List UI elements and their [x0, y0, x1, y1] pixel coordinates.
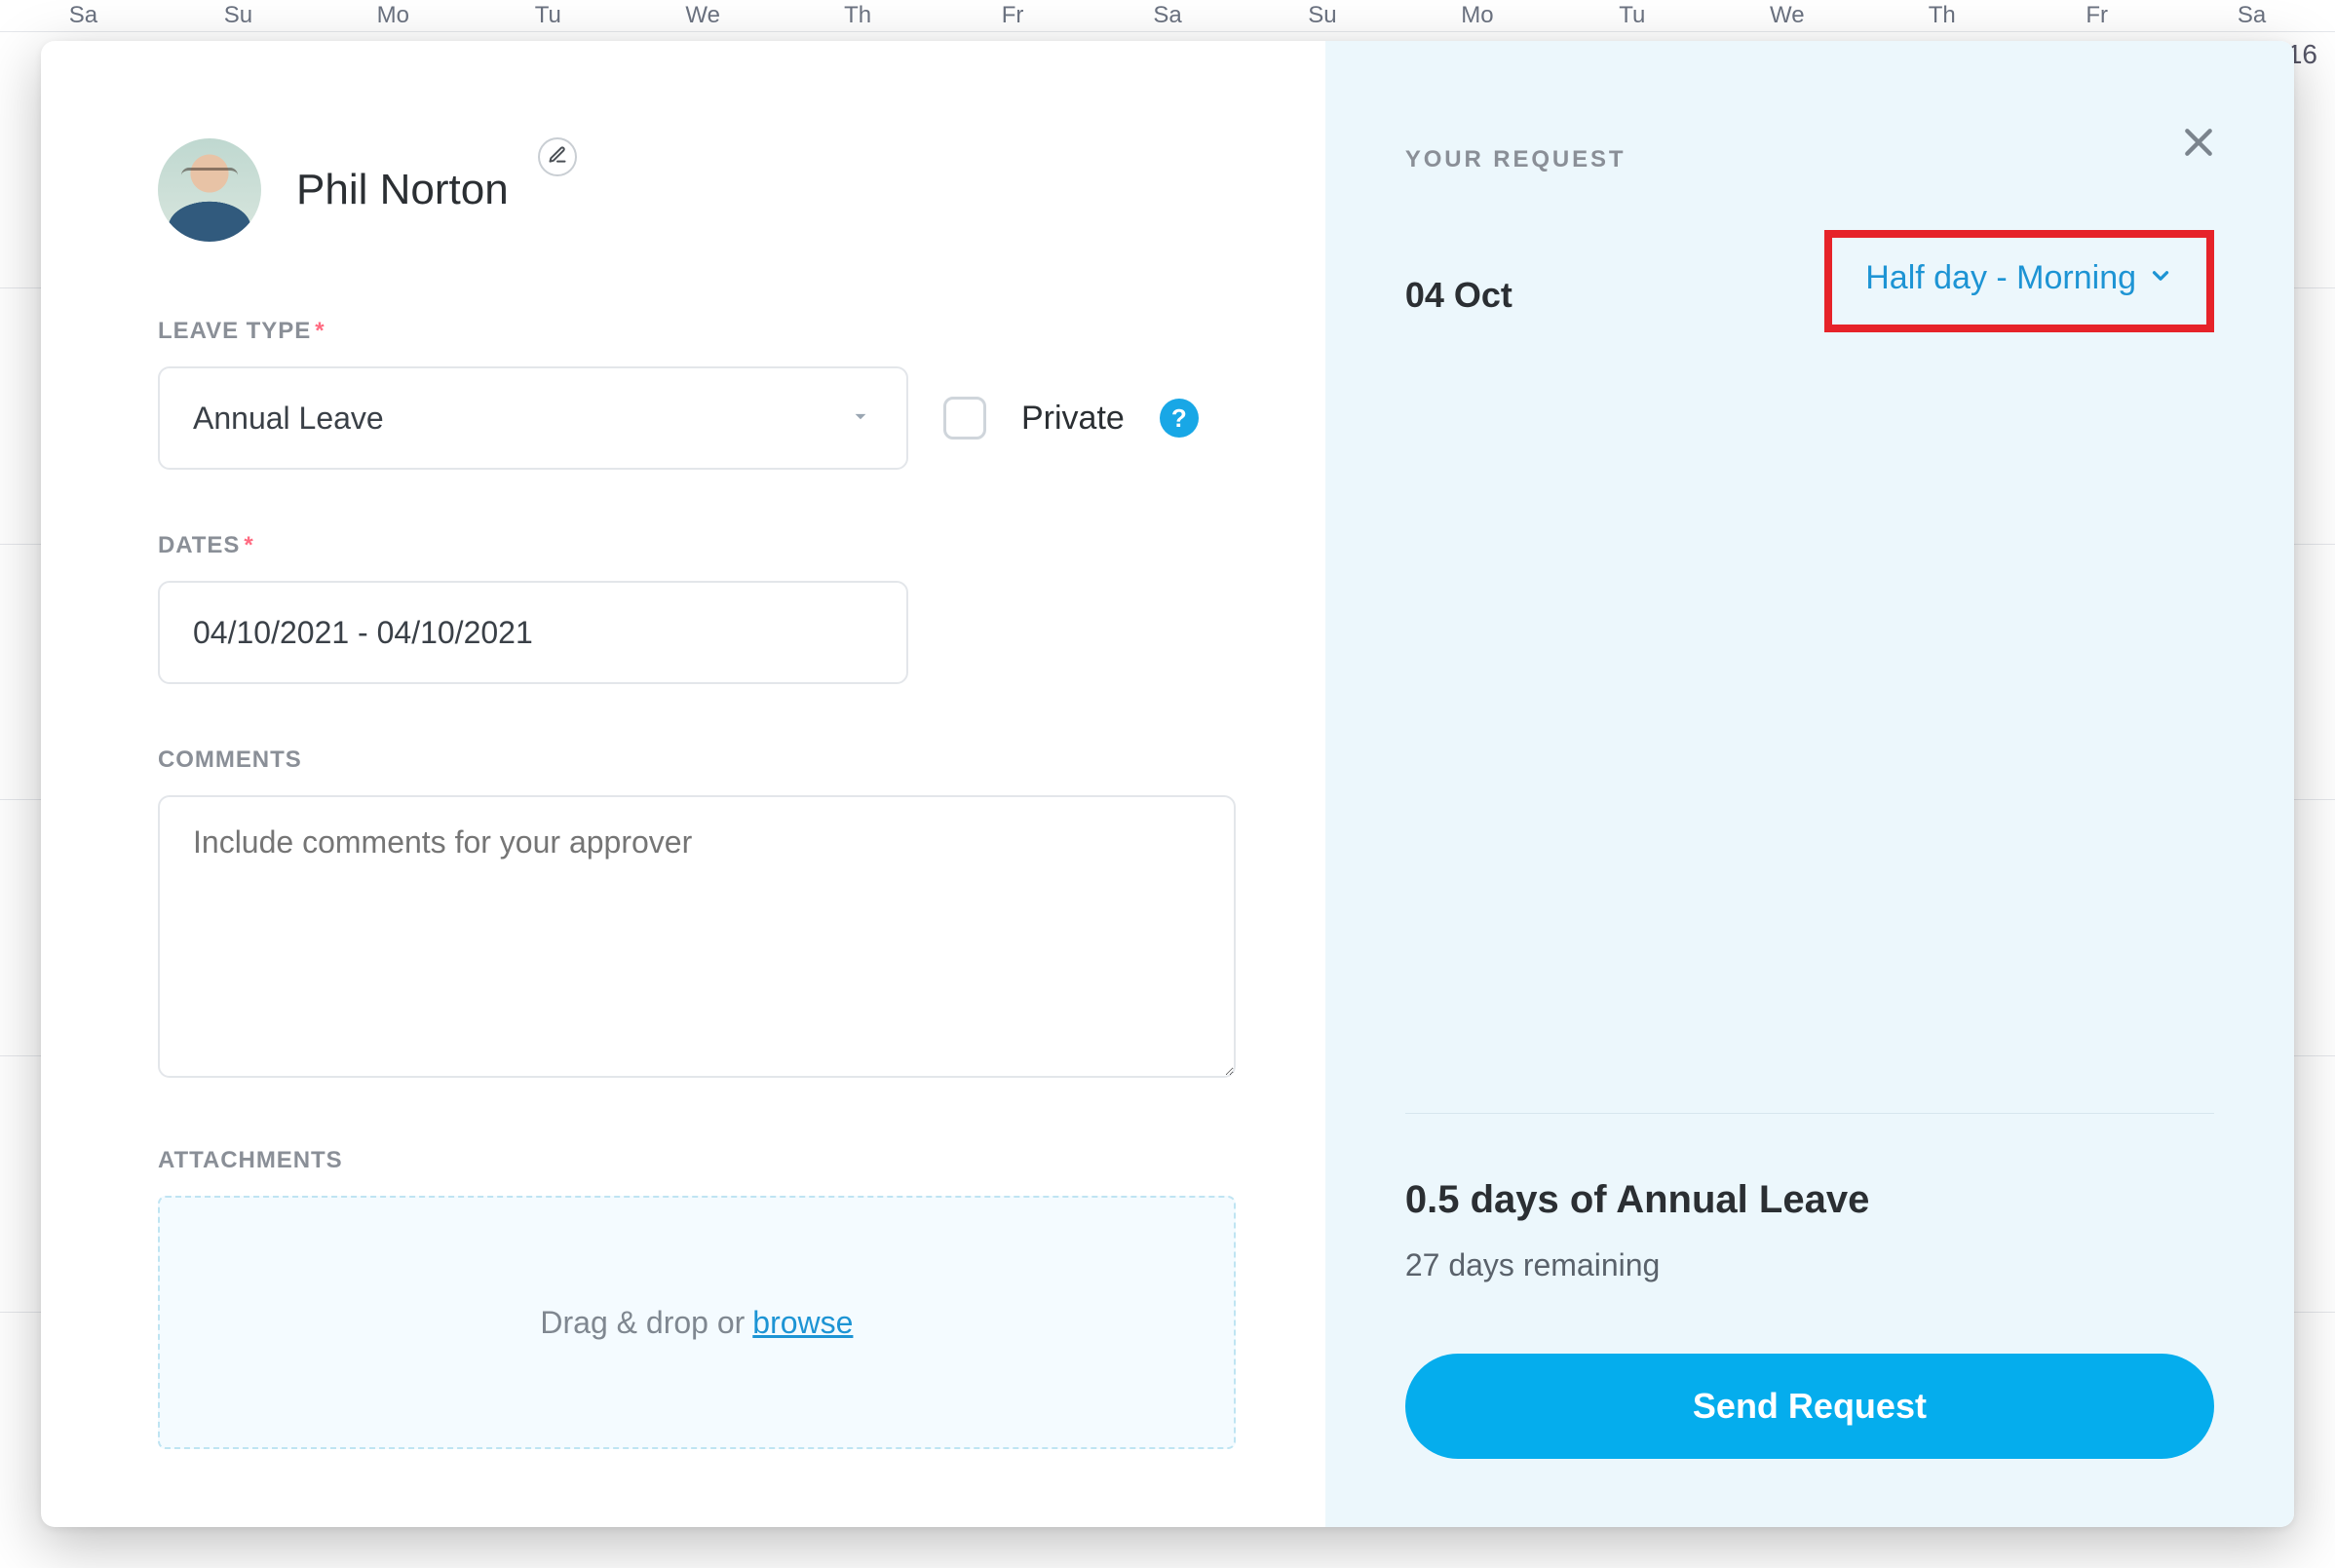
dialog-mask: Phil Norton LEAVE TYPE* Annual Leave — [0, 0, 2335, 1568]
leave-request-dialog: Phil Norton LEAVE TYPE* Annual Leave — [41, 41, 2294, 1527]
pencil-icon — [548, 145, 567, 170]
private-help-icon[interactable]: ? — [1160, 399, 1199, 438]
summary-title: 0.5 days of Annual Leave — [1405, 1178, 2214, 1222]
close-icon — [2179, 149, 2218, 166]
private-checkbox[interactable] — [943, 397, 986, 440]
dates-label: DATES* — [158, 532, 1236, 559]
request-row: 04 Oct Half day - Morning — [1405, 244, 2214, 346]
comments-label: COMMENTS — [158, 746, 1236, 774]
leave-type-value: Annual Leave — [193, 401, 384, 437]
chevron-down-icon — [2148, 259, 2173, 297]
duration-value: Half day - Morning — [1865, 259, 2136, 297]
summary-panel: YOUR REQUEST 04 Oct Half day - Morning 0… — [1325, 41, 2294, 1527]
date-range-input[interactable]: 04/10/2021 - 04/10/2021 — [158, 581, 908, 684]
chevron-down-icon — [848, 401, 873, 437]
divider — [1405, 1113, 2214, 1114]
request-date: 04 Oct — [1405, 275, 1512, 316]
summary-remaining: 27 days remaining — [1405, 1247, 2214, 1283]
duration-dropdown[interactable]: Half day - Morning — [1824, 230, 2214, 332]
edit-requester-button[interactable] — [538, 137, 577, 176]
browse-link[interactable]: browse — [752, 1305, 853, 1341]
send-request-button[interactable]: Send Request — [1405, 1354, 2214, 1459]
attachments-label: ATTACHMENTS — [158, 1147, 1236, 1174]
date-range-value: 04/10/2021 - 04/10/2021 — [193, 615, 533, 651]
requester-name: Phil Norton — [296, 166, 509, 214]
dropzone-text: Drag & drop or — [540, 1305, 745, 1341]
leave-type-select[interactable]: Annual Leave — [158, 366, 908, 470]
private-label: Private — [1021, 400, 1125, 438]
comments-textarea[interactable] — [158, 795, 1236, 1078]
your-request-label: YOUR REQUEST — [1405, 146, 2214, 173]
avatar — [158, 138, 261, 242]
close-button[interactable] — [2179, 123, 2218, 167]
required-indicator: * — [244, 532, 253, 558]
leave-type-label: LEAVE TYPE* — [158, 318, 1236, 345]
requester-header: Phil Norton — [158, 138, 1236, 242]
required-indicator: * — [315, 318, 325, 344]
attachments-dropzone[interactable]: Drag & drop or browse — [158, 1196, 1236, 1449]
form-panel: Phil Norton LEAVE TYPE* Annual Leave — [41, 41, 1325, 1527]
